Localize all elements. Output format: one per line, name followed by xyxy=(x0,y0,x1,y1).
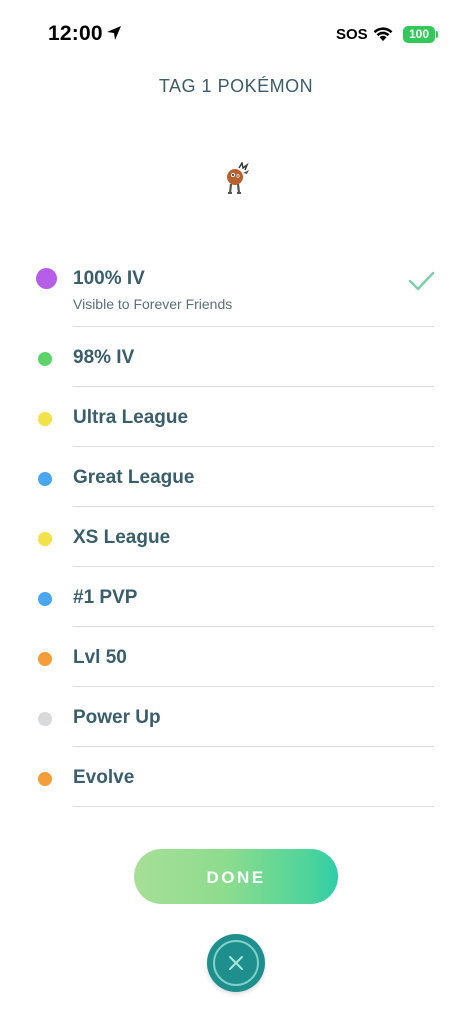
tag-label: 100% IV xyxy=(73,268,145,289)
tag-row-98-iv[interactable]: 98% IV xyxy=(0,327,472,387)
tag-color-dot xyxy=(38,472,52,486)
tag-color-dot xyxy=(38,592,52,606)
carrier-label: SOS xyxy=(336,26,368,43)
tag-label: #1 PVP xyxy=(73,587,138,608)
tag-color-dot xyxy=(38,412,52,426)
tag-row-xs-league[interactable]: XS League xyxy=(0,507,472,567)
tag-label: Lvl 50 xyxy=(73,647,127,668)
tag-row-1-pvp[interactable]: #1 PVP xyxy=(0,567,472,627)
tag-row-100-iv[interactable]: 100% IV Visible to Forever Friends xyxy=(0,246,472,327)
tag-row-lvl-50[interactable]: Lvl 50 xyxy=(0,627,472,687)
status-bar: 12:00 SOS 100 xyxy=(0,0,472,70)
tag-subtitle: Visible to Forever Friends xyxy=(73,296,233,312)
tag-row-ultra-league[interactable]: Ultra League xyxy=(0,387,472,447)
tag-color-dot xyxy=(38,772,52,786)
close-button[interactable] xyxy=(207,934,265,992)
tag-label: Great League xyxy=(73,467,195,488)
tag-row-great-league[interactable]: Great League xyxy=(0,447,472,507)
location-arrow-icon xyxy=(106,25,122,46)
tag-label: 98% IV xyxy=(73,347,135,368)
checkmark-icon xyxy=(407,270,435,297)
tag-list: 100% IV Visible to Forever Friends 98% I… xyxy=(0,246,472,807)
tag-color-dot xyxy=(38,352,52,366)
wifi-icon xyxy=(372,24,394,47)
tag-label: Ultra League xyxy=(73,407,189,428)
tag-color-dot xyxy=(38,532,52,546)
page-title: TAG 1 POKÉMON xyxy=(158,76,314,96)
close-icon xyxy=(226,953,246,978)
tag-label: Power Up xyxy=(73,707,161,728)
tag-row-evolve[interactable]: Evolve xyxy=(0,747,472,807)
done-button[interactable]: DONE xyxy=(134,849,338,904)
pokemon-sprite xyxy=(222,160,252,196)
status-time: 12:00 xyxy=(48,22,103,45)
tag-label: XS League xyxy=(73,527,171,548)
tag-color-dot xyxy=(36,268,57,289)
tag-color-dot xyxy=(38,652,52,666)
battery-indicator: 100 xyxy=(403,26,435,43)
battery-tip xyxy=(436,31,438,38)
tag-color-dot xyxy=(38,712,52,726)
tag-row-power-up[interactable]: Power Up xyxy=(0,687,472,747)
tag-label: Evolve xyxy=(73,767,135,788)
